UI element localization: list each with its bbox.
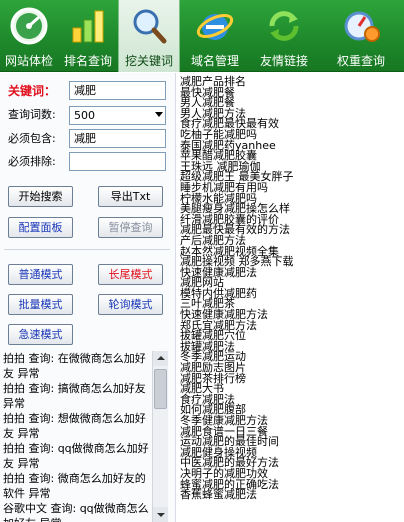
log-line: 拍拍 查询: 想做微商怎么加好友 异常 [3,412,146,440]
control-panel: 关键词： 减肥 查询词数: 500 必须包含: 减肥 必须排除: 开始搜索 导出… [0,73,176,522]
count-value: 500 [74,109,95,122]
longtail-mode-button[interactable]: 长尾模式 [98,264,163,285]
ie-globe-icon [196,13,234,40]
main-toolbar: 网站体检 排名查询 挖关键词 域名管理 友情链接 权重查询 [0,0,404,72]
exclude-label: 必须排除: [8,155,56,168]
count-select[interactable]: 500 [69,106,166,125]
poll-mode-button[interactable]: 轮询模式 [98,294,163,315]
chevron-down-icon[interactable] [155,112,163,117]
config-panel-button[interactable]: 配置面板 [8,217,73,238]
compass-gear-icon [344,11,380,42]
log-line: 拍拍 查询: 微商怎么加好友的软件 异常 [3,472,146,500]
include-input[interactable]: 减肥 [69,129,166,148]
tool-friend-links[interactable]: 友情链接 [250,0,318,72]
log-line: 拍拍 查询: qq做微商怎么加好友 异常 [3,442,149,470]
log-line: 谷歌中文 查询: qq做微商怎么加好友 异常 [3,502,149,522]
export-txt-button[interactable]: 导出Txt [98,186,163,207]
tool-rank-query[interactable]: 排名查询 [58,0,118,72]
log-scrollbar[interactable] [152,351,168,522]
log-line: 拍拍 查询: 在微微商怎么加好友 异常 [3,352,146,380]
keyword-results-list: 减肥产品排名 最快减肥餐 男人减肥餐 男人减肥方法 食疗减肥最快最有效 吃柚子能减肥吗 泰国… [176,73,404,522]
fast-mode-button[interactable]: 急速模式 [8,324,73,345]
start-search-button[interactable]: 开始搜索 [8,186,73,207]
log-line: 拍拍 查询: 搞微商怎么加好友 异常 [3,382,146,410]
keyword-input[interactable]: 减肥 [69,81,166,100]
gauge-icon [10,7,48,45]
tool-site-checkup[interactable]: 网站体检 [0,0,58,72]
scroll-up-icon[interactable] [153,351,168,366]
tool-domain-manage[interactable]: 域名管理 [180,0,250,72]
divider [4,249,170,250]
batch-mode-button[interactable]: 批量模式 [8,294,73,315]
pause-query-button[interactable]: 暂停查询 [98,217,163,238]
refresh-arrows-icon [269,11,299,41]
scroll-thumb[interactable] [154,369,167,409]
exclude-input[interactable] [69,152,166,171]
scroll-down-icon[interactable] [153,507,168,522]
normal-mode-button[interactable]: 普通模式 [8,264,73,285]
result-item[interactable]: 香蕉蜂蜜减肥法 [180,489,404,501]
count-label: 查询词数: [8,108,56,121]
include-label: 必须包含: [8,132,56,145]
bar-chart-icon [72,10,104,43]
magnifier-icon [133,9,167,44]
tool-weight-query[interactable]: 权重查询 [318,0,404,72]
tool-keyword-mining[interactable]: 挖关键词 [118,0,180,72]
query-log: 拍拍 查询: 在微微商怎么加好友 异常 拍拍 查询: 搞微商怎么加好友 异常 拍… [0,351,168,522]
keyword-label: 关键词： [8,84,57,98]
